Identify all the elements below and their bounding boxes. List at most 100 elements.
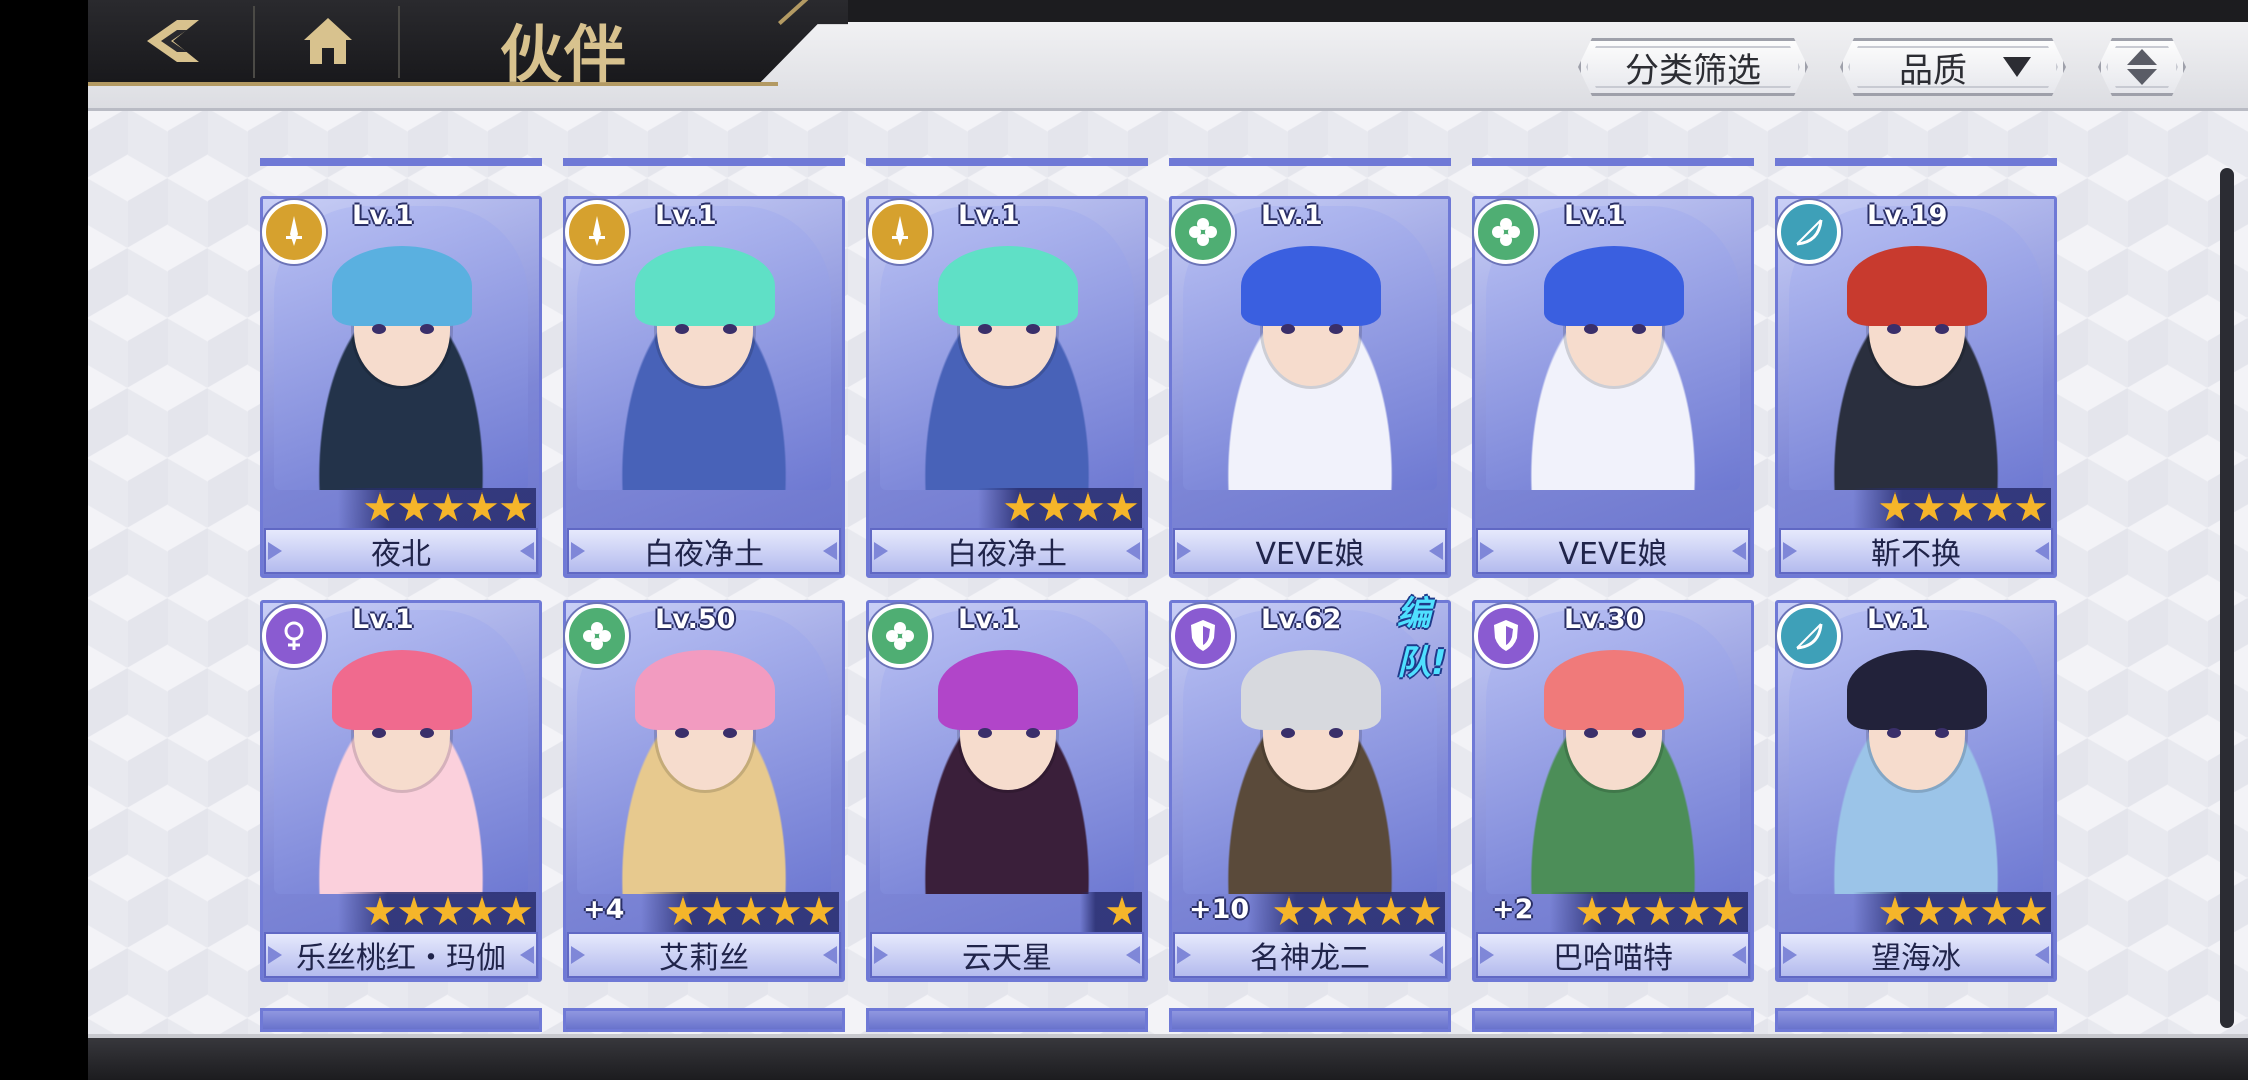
home-icon [304,18,352,64]
star-icon [364,492,396,522]
class-badge [1474,200,1538,264]
name-plate: VEVE娘 [1476,528,1750,574]
star-rating [1853,892,2051,932]
star-icon [1004,492,1036,522]
partner-card[interactable]: Lv.1 白夜净土 [563,196,845,578]
character-name: 白夜净土 [644,537,764,572]
star-icon [432,896,464,926]
name-plate: 云天星 [870,932,1144,978]
partner-card[interactable]: Lv.1 VEVE娘 [1472,196,1754,578]
quality-sort-dropdown[interactable]: 品质 [1840,38,2066,96]
partner-card[interactable]: Lv.30 +2 巴哈喵特 [1472,600,1754,982]
partial-card-bottom[interactable] [1169,1008,1451,1032]
star-rating [1550,892,1748,932]
star-icon [398,896,430,926]
star-icon [466,492,498,522]
enhance-level: +2 [1492,894,1534,925]
partial-card-bottom[interactable] [1472,1008,1754,1032]
level-label: Lv.62 [1261,604,1342,635]
name-plate: 名神龙二 [1173,932,1447,978]
partial-card-top [260,158,542,166]
character-name: 望海冰 [1871,941,1961,976]
star-icon [735,896,767,926]
name-plate: VEVE娘 [1173,528,1447,574]
star-icon [1576,896,1608,926]
class-badge [262,200,326,264]
star-rating [338,488,536,528]
partial-card-bottom[interactable] [1775,1008,2057,1032]
star-icon [769,896,801,926]
partial-card-top [866,158,1148,166]
clover-icon [583,622,611,650]
class-badge [1171,604,1235,668]
star-icon [1273,896,1305,926]
partial-card-top [1472,158,1754,166]
star-icon [701,896,733,926]
level-label: Lv.1 [1867,604,1929,635]
partner-card[interactable]: Lv.1 VEVE娘 [1169,196,1451,578]
level-label: Lv.1 [1564,200,1626,231]
partial-card-bottom[interactable] [563,1008,845,1032]
partner-card[interactable]: Lv.50 +4 艾莉丝 [563,600,845,982]
star-icon [1610,896,1642,926]
character-name: 白夜净土 [947,537,1067,572]
partner-card[interactable]: Lv.1 望海冰 [1775,600,2057,982]
clover-icon [1189,218,1217,246]
home-button[interactable] [268,0,388,82]
star-icon [500,896,532,926]
venus-icon [284,621,304,650]
level-label: Lv.1 [352,200,414,231]
level-label: Lv.1 [1261,200,1323,231]
partial-card-top [563,158,845,166]
bottom-bar [88,1034,2248,1080]
partial-card-bottom[interactable] [260,1008,542,1032]
character-name: 巴哈喵特 [1553,941,1673,976]
star-icon [2015,896,2047,926]
sort-order-icon [2125,47,2159,87]
star-icon [1913,896,1945,926]
partner-card[interactable]: Lv.1 云天星 [866,600,1148,982]
partial-card-bottom[interactable] [866,1008,1148,1032]
character-name: 乐丝桃红・玛伽 [296,941,506,976]
back-button[interactable] [128,0,218,82]
enhance-level: +4 [583,894,625,925]
level-label: Lv.50 [655,604,736,635]
category-filter-button[interactable]: 分类筛选 [1578,38,1808,96]
character-name: 云天星 [962,941,1052,976]
partner-card[interactable]: Lv.1 夜北 [260,196,542,578]
name-plate: 望海冰 [1779,932,2053,978]
bow-icon [1796,219,1823,246]
level-label: Lv.1 [352,604,414,635]
class-badge [565,604,629,668]
name-plate: 白夜净土 [567,528,841,574]
star-rating [1080,892,1142,932]
star-rating [338,892,536,932]
class-badge [262,604,326,668]
top-bar: 伙伴 分类筛选 品质 [88,0,2248,111]
partner-card[interactable]: Lv.62 编队! +10 名神龙二 [1169,594,1451,982]
scrollbar[interactable] [2220,168,2234,1028]
character-name: 夜北 [371,537,431,572]
page-title: 伙伴 [500,18,629,91]
class-badge [868,200,932,264]
sort-order-button[interactable] [2098,38,2186,96]
sword-icon [589,216,605,246]
star-icon [1106,896,1138,926]
level-label: Lv.1 [958,604,1020,635]
partner-card[interactable]: Lv.1 乐丝桃红・玛伽 [260,600,542,982]
name-plate: 靳不换 [1779,528,2053,574]
name-plate: 乐丝桃红・玛伽 [264,932,538,978]
level-label: Lv.30 [1564,604,1645,635]
star-icon [1913,492,1945,522]
chevron-down-icon [2001,55,2033,79]
back-arrow-icon [147,20,199,62]
character-name: 名神龙二 [1250,941,1370,976]
star-rating [641,892,839,932]
shield-icon [1191,620,1215,651]
partner-card[interactable]: Lv.19 靳不换 [1775,196,2057,578]
character-name: VEVE娘 [1558,537,1668,572]
sword-icon [286,216,302,246]
partner-card[interactable]: Lv.1 白夜净土 [866,196,1148,578]
name-plate: 白夜净土 [870,528,1144,574]
star-icon [1106,492,1138,522]
